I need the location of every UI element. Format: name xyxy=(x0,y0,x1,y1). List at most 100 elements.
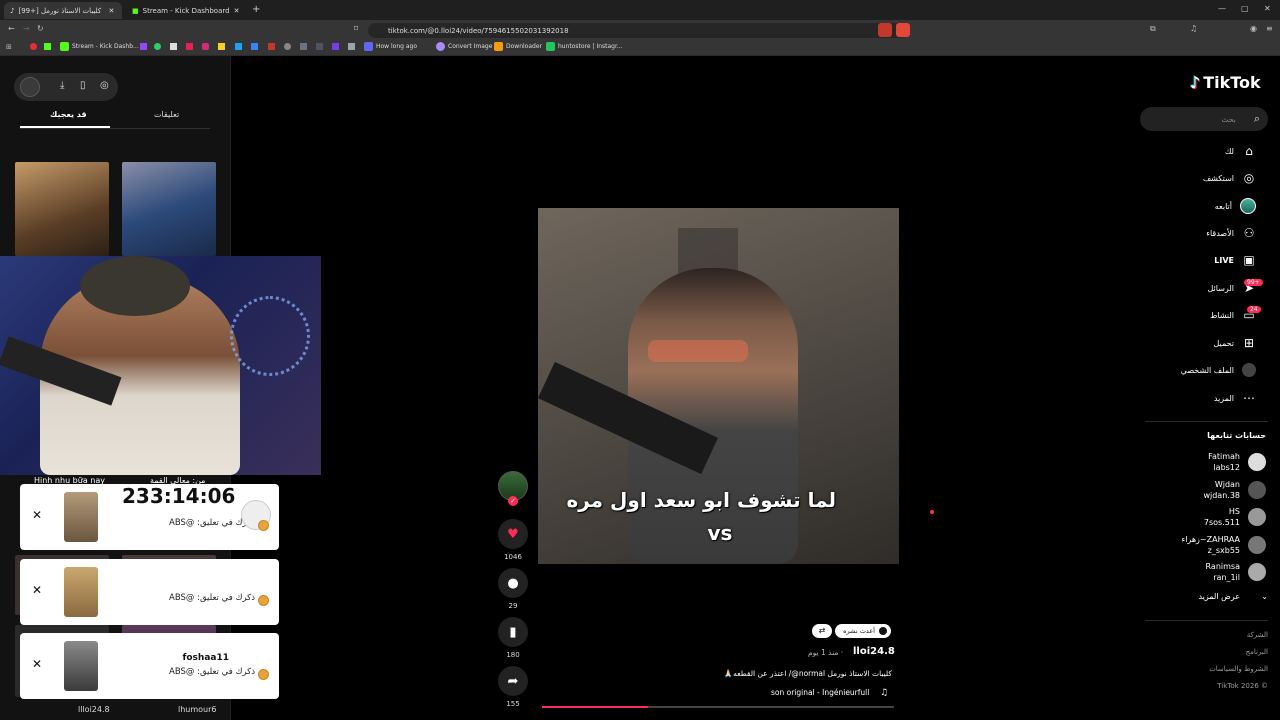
following-account[interactable]: ZAHRAA~زهراء z_sxb55 xyxy=(1168,534,1266,556)
kick-favicon-icon: ■ xyxy=(132,6,139,15)
chevron-down-icon: ⌄ xyxy=(1261,592,1268,601)
save-button[interactable]: ▮ xyxy=(498,617,528,647)
apps-icon[interactable]: ⊞ xyxy=(6,43,12,51)
following-account[interactable]: Ranimsa ran_1il xyxy=(1168,561,1266,583)
tiktok-logo[interactable]: ♪ TikTok xyxy=(1190,73,1261,92)
bookmark-downloader[interactable]: Downloader xyxy=(494,42,542,51)
following-account[interactable]: Wjdan wjdan.38 xyxy=(1168,479,1266,501)
nav-item-upload[interactable]: ⊞ تحميل xyxy=(1214,336,1257,350)
url-bar[interactable]: tiktok.com/@0.lloi24/video/7594615502031… xyxy=(368,23,908,38)
bookmark-icon-5[interactable] xyxy=(300,43,307,50)
close-icon[interactable]: ✕ xyxy=(32,657,42,671)
share-button[interactable]: ➦ xyxy=(498,666,528,696)
nav-item-following[interactable]: أتابعه xyxy=(1215,198,1256,214)
bookmark-convert-image[interactable]: Convert Image xyxy=(436,42,492,51)
bookmark-how-long-ago[interactable]: How long ago xyxy=(364,42,417,51)
like-button[interactable]: ♥ xyxy=(498,519,528,549)
activity-badge: 24 xyxy=(1247,306,1261,313)
search-icon[interactable]: ⌕ xyxy=(1254,112,1260,126)
nav-item-more[interactable]: ⋯ المزيد xyxy=(1214,391,1256,405)
download-icon[interactable]: ⤓ xyxy=(60,80,64,91)
video-author[interactable]: lloi24.8 xyxy=(853,646,895,657)
twitch-icon[interactable] xyxy=(140,43,147,50)
extensions-icon[interactable]: ⧉ xyxy=(1150,24,1156,34)
tab-you-may-like[interactable]: قد يعجبك xyxy=(50,110,87,119)
author-avatar[interactable] xyxy=(20,77,40,97)
bookmark-huntostore[interactable]: huntostore | Instagr... xyxy=(546,42,623,51)
instagram-icon[interactable] xyxy=(202,43,209,50)
x-icon[interactable] xyxy=(170,43,177,50)
menu-icon[interactable]: ≡ xyxy=(1266,24,1273,33)
kick-bookmark-icon[interactable] xyxy=(44,43,51,50)
kick-favicon-icon xyxy=(60,42,69,51)
bookmark-icon-blue[interactable] xyxy=(235,43,242,50)
reload-icon[interactable]: ↻ xyxy=(37,24,44,33)
close-icon[interactable]: ✕ xyxy=(32,508,42,522)
tab-comments[interactable]: تعليقات xyxy=(154,110,179,119)
bookmark-icon-3[interactable] xyxy=(268,43,275,50)
notification-text: ذكرك في تعليق: @ABS xyxy=(169,593,255,603)
search-input[interactable]: بحث ⌕ xyxy=(1140,107,1268,131)
divider xyxy=(1145,620,1268,621)
footer-copyright: TikTok 2026 © xyxy=(1217,682,1268,690)
bookmark-label: Convert Image xyxy=(448,43,493,50)
compass-icon[interactable]: ◎ xyxy=(100,80,109,91)
bookmark-icon-4[interactable] xyxy=(284,43,291,50)
nav-item-friends[interactable]: ⚇ الأصدقاء xyxy=(1206,226,1256,240)
tab-tiktok[interactable]: ♪ [99+] كليبات الاستاذ نورمل ✕ xyxy=(4,2,122,19)
tiktok-bookmark-icon[interactable] xyxy=(186,43,193,50)
suggested-video-thumb[interactable] xyxy=(122,162,216,256)
profile-icon[interactable]: ◉ xyxy=(1250,24,1257,33)
forward-icon[interactable]: → xyxy=(23,24,30,33)
nav-item-for-you[interactable]: ⌂ لك xyxy=(1225,144,1256,158)
nav-item-explore[interactable]: ◎ استكشف xyxy=(1203,171,1256,185)
extension-icon[interactable] xyxy=(896,23,910,37)
bookmark-icon[interactable]: ⌑ xyxy=(354,24,358,33)
notification-text: ذكرك في تعليق: @ABS xyxy=(169,667,255,677)
notification-card[interactable]: ✕ ذكرك في تعليق: @ABS xyxy=(20,559,279,625)
comment-button[interactable]: ● xyxy=(498,568,528,598)
footer-link-company[interactable]: الشركة xyxy=(1247,631,1268,639)
notification-video-thumb xyxy=(64,567,98,617)
new-tab-button[interactable]: + xyxy=(252,4,260,15)
notification-card[interactable]: ✕ 233:14:06 ذكرك في تعليق: @ABS xyxy=(20,484,279,550)
brave-shield-icon[interactable] xyxy=(878,23,892,37)
account-names: Fatimah labs12 xyxy=(1168,451,1240,473)
snapchat-icon[interactable] xyxy=(218,43,225,50)
nav-item-profile[interactable]: الملف الشخصي xyxy=(1181,363,1256,377)
maximize-icon[interactable]: ▢ xyxy=(1241,4,1249,13)
close-tab-icon[interactable]: ✕ xyxy=(108,7,114,15)
bookmark-icon-6[interactable] xyxy=(316,43,323,50)
follow-plus-icon[interactable]: ✓ xyxy=(508,496,518,506)
sound-name[interactable]: son original - Ingénieurfull xyxy=(771,688,869,697)
thumb-username: lhumour6 xyxy=(178,705,217,714)
tab-kick[interactable]: ■ Stream - Kick Dashboard ✕ xyxy=(126,2,262,19)
bookmark-icon-2[interactable] xyxy=(251,43,258,50)
sunglasses xyxy=(648,340,748,362)
show-more-button[interactable]: ⌄ عرض المزيد xyxy=(1198,592,1268,601)
bookmark-kick[interactable]: Stream - Kick Dashb... xyxy=(60,42,139,51)
following-account[interactable]: Fatimah labs12 xyxy=(1168,451,1266,473)
suggested-video-thumb[interactable] xyxy=(15,162,109,256)
bookmark-icon-7[interactable] xyxy=(332,43,339,50)
media-icon[interactable]: ♫ xyxy=(1190,24,1197,33)
close-window-icon[interactable]: ✕ xyxy=(1264,4,1271,13)
repost-tag[interactable]: أعدت نشره xyxy=(835,624,891,638)
phone-icon[interactable]: ▯ xyxy=(80,80,86,91)
following-account[interactable]: HS 7sos.511 xyxy=(1168,506,1266,528)
music-note-icon: ♫ xyxy=(880,688,889,698)
avatar xyxy=(1248,536,1266,554)
close-icon[interactable]: ✕ xyxy=(32,583,42,597)
whatsapp-icon[interactable] xyxy=(154,43,161,50)
bookmark-icon-8[interactable] xyxy=(348,43,355,50)
close-tab-icon[interactable]: ✕ xyxy=(234,7,240,15)
nav-item-live[interactable]: ▣ LIVE xyxy=(1214,253,1256,267)
back-icon[interactable]: ← xyxy=(8,24,15,33)
notification-video-thumb xyxy=(64,641,98,691)
minimize-icon[interactable]: — xyxy=(1218,4,1226,13)
bookmark-favicon-icon[interactable] xyxy=(30,43,37,50)
repost-icon[interactable]: ⇄ xyxy=(812,624,832,638)
footer-link-program[interactable]: البرنامج xyxy=(1246,648,1268,656)
footer-link-terms[interactable]: الشروط والسياسات xyxy=(1209,665,1268,673)
notification-card[interactable]: ✕ foshaa11 ذكرك في تعليق: @ABS xyxy=(20,633,279,699)
